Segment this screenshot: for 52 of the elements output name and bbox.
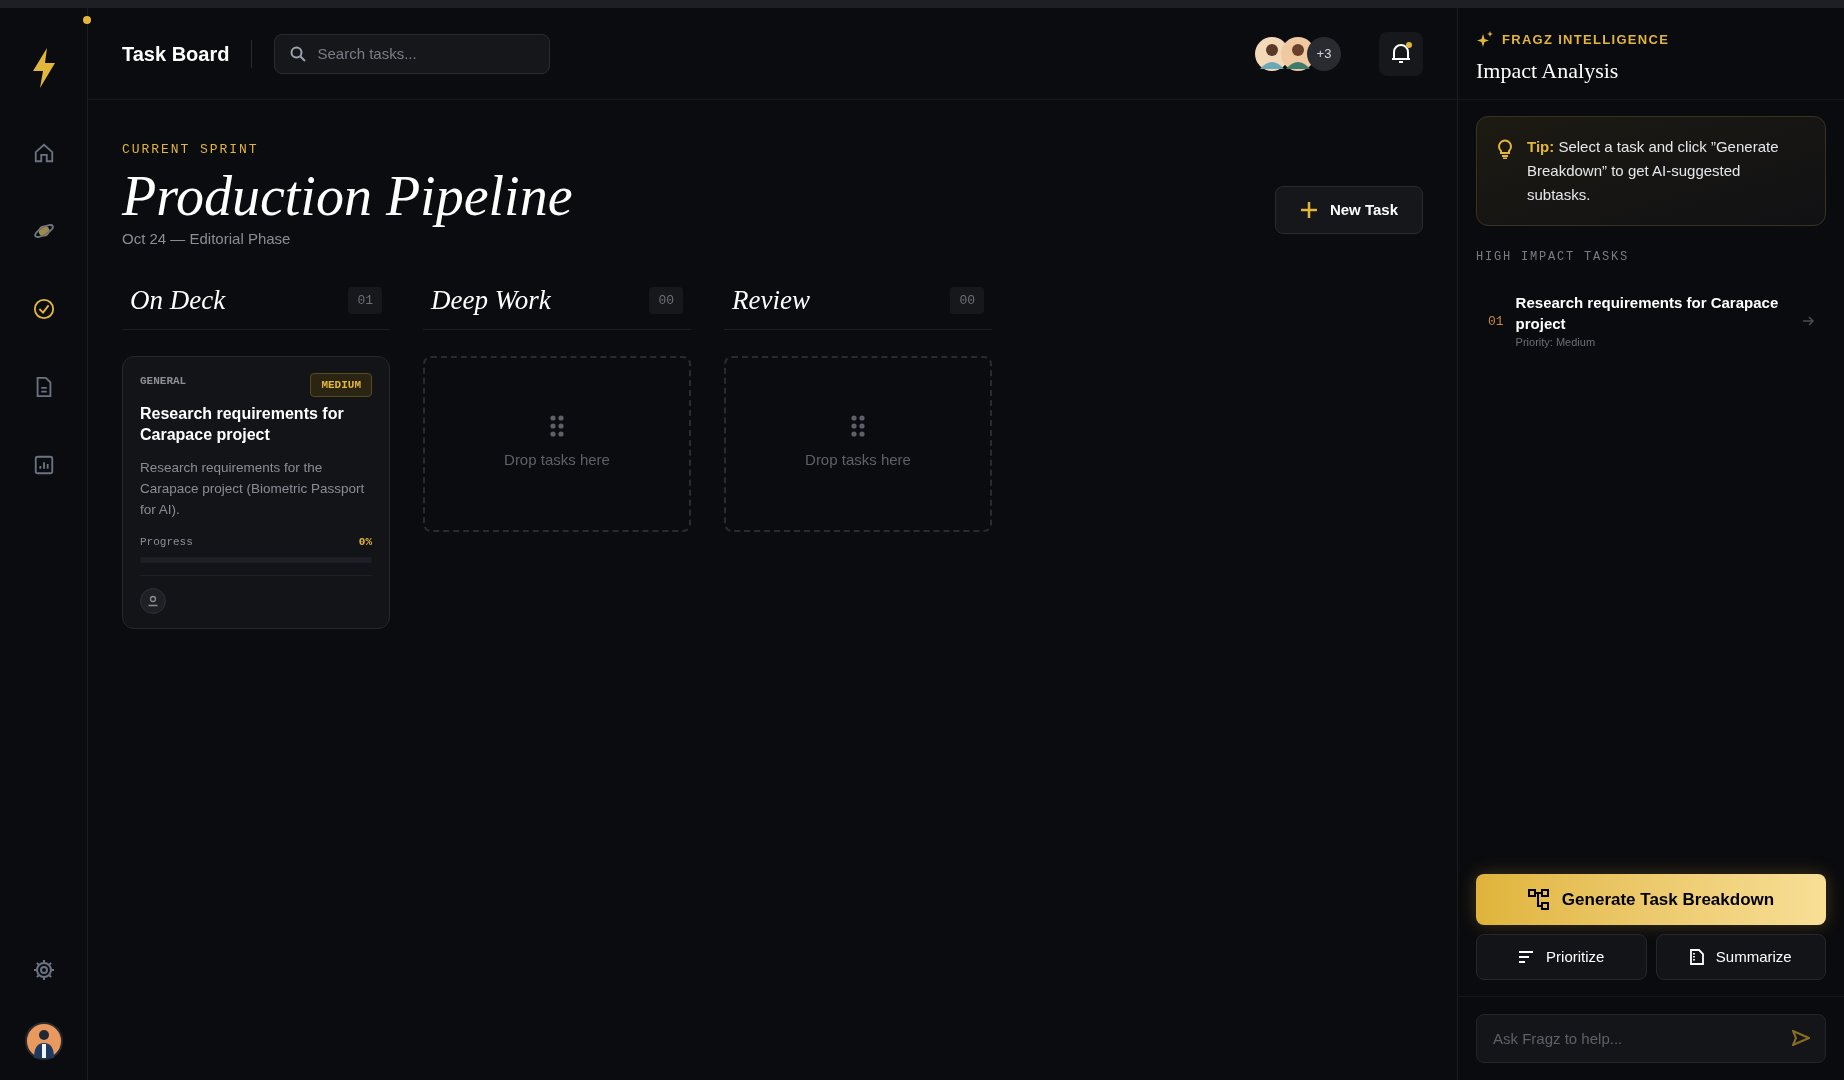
lightbulb-icon [1497, 139, 1513, 159]
more-collaborators-count[interactable]: +3 [1307, 36, 1341, 71]
column-count: 00 [950, 286, 984, 314]
home-icon[interactable] [32, 142, 55, 164]
priority-badge: MEDIUM [310, 372, 372, 397]
arrow-right-icon [1802, 315, 1814, 328]
hierarchy-icon [1527, 888, 1550, 911]
sprint-title: Production Pipeline [122, 163, 574, 228]
generate-breakdown-button[interactable]: Generate Task Breakdown [1476, 874, 1826, 925]
drop-zone-hint: Drop tasks here [504, 450, 610, 471]
task-priority: Priority: Medium [1515, 335, 1597, 350]
action-button[interactable]: Summarize [1655, 934, 1826, 980]
column-count: 01 [348, 286, 382, 314]
send-icon[interactable] [1792, 1030, 1810, 1046]
column-title: Deep Work [431, 284, 551, 317]
drag-handle-icon [851, 415, 865, 438]
search-field[interactable]: Search tasks... [274, 33, 551, 74]
action-button[interactable]: Prioritize [1476, 934, 1647, 980]
chat-input-field[interactable]: Ask Fragz to help... [1476, 1014, 1826, 1063]
column-count: 00 [649, 286, 683, 314]
page-title: Task Board [122, 41, 230, 67]
notifications-button[interactable] [1379, 31, 1423, 76]
lightning-logo [30, 48, 57, 88]
task-category: GENERAL [140, 373, 187, 389]
assignee-placeholder-icon[interactable] [140, 587, 166, 614]
assistant-label: FRAGZ INTELLIGENCE [1502, 31, 1670, 49]
check-circle-icon[interactable] [32, 298, 55, 320]
sort-lines-icon [1518, 950, 1535, 964]
plus-icon [1299, 201, 1318, 219]
chart-icon[interactable] [32, 454, 55, 476]
new-task-button[interactable]: New Task [1274, 186, 1423, 234]
high-impact-task[interactable]: 01 Research requirements for Carapace project Priority: Medium [1476, 286, 1826, 357]
settings-icon[interactable] [31, 958, 56, 982]
task-title: Research requirements for Carapace project [140, 404, 345, 445]
sprint-subtitle: Oct 24 — Editorial Phase [122, 228, 292, 249]
search-icon [290, 45, 307, 62]
progress-reading: 0% [358, 535, 372, 550]
progress-label: Progress [140, 535, 193, 550]
bell-icon [1391, 42, 1411, 65]
assistant-title: Impact Analysis [1476, 56, 1620, 85]
tip-text: Tip: Select a task and click ”Generate Breakdown” to get AI-suggested subtasks. [1527, 137, 1780, 205]
drag-handle-icon [550, 415, 564, 438]
task-title: Research requirements for Carapace project [1515, 293, 1780, 334]
column-title: Review [732, 284, 810, 317]
task-description: Research requirements for the Carapace project (Biometric Passport for AI). [140, 459, 366, 519]
section-title: HIGH IMPACT TASKS [1476, 249, 1631, 266]
task-index: 01 [1488, 312, 1504, 331]
user-avatar[interactable] [24, 1022, 63, 1060]
sprint-label: CURRENT SPRINT [122, 141, 260, 159]
drop-zone-hint: Drop tasks here [805, 450, 911, 471]
document-icon [1689, 949, 1704, 965]
column-title: On Deck [130, 284, 226, 317]
